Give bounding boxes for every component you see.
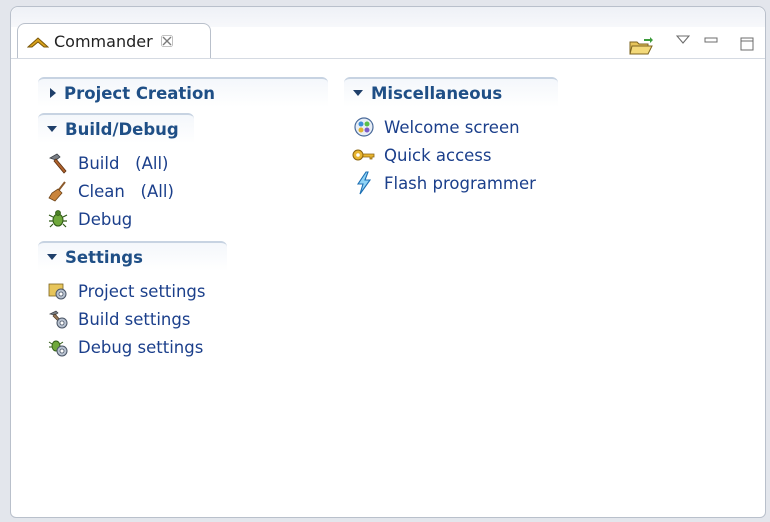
item-label: Build settings [78, 309, 191, 329]
view-toolbar [627, 33, 755, 57]
item-label: Debug [78, 209, 133, 229]
lightning-icon [352, 171, 376, 195]
item-label: Welcome screen [384, 117, 520, 137]
list-item-quick-access[interactable]: Quick access [352, 141, 559, 169]
list-item-debug-settings[interactable]: Debug settings [46, 333, 328, 361]
section-header-settings[interactable]: Settings [38, 241, 227, 271]
section-title: Settings [65, 247, 143, 267]
list-item-build-settings[interactable]: Build settings [46, 305, 328, 333]
build-debug-items: Build (All) Clean (All) Debug [38, 143, 328, 239]
list-item-debug[interactable]: Debug [46, 205, 328, 233]
item-label: Project settings [78, 281, 206, 301]
section-project-creation: Project Creation [38, 77, 328, 107]
list-item-project-settings[interactable]: Project settings [46, 277, 328, 305]
expanded-triangle-icon [353, 90, 363, 96]
section-title: Miscellaneous [371, 83, 503, 103]
tab-close-icon[interactable] [160, 33, 173, 51]
tab-commander[interactable]: Commander [17, 23, 211, 59]
list-item-welcome-screen[interactable]: Welcome screen [352, 113, 559, 141]
view-menu-icon[interactable] [675, 33, 691, 47]
right-column: Miscellaneous Welcome screen Quick acces… [344, 77, 559, 205]
open-folder-icon[interactable] [627, 35, 655, 57]
item-label: Quick access [384, 145, 492, 165]
settings-items: Project settings Build settings Debug se… [38, 271, 328, 367]
key-icon [352, 144, 376, 166]
list-item-build[interactable]: Build (All) [46, 149, 328, 177]
section-header-build-debug[interactable]: Build/Debug [38, 113, 194, 143]
section-title: Project Creation [64, 83, 216, 103]
broom-icon [46, 180, 70, 202]
expanded-triangle-icon [47, 126, 57, 132]
welcome-screen-icon [352, 116, 376, 138]
item-label: Flash programmer [384, 173, 536, 193]
section-header-miscellaneous[interactable]: Miscellaneous [344, 77, 558, 107]
minimize-icon[interactable] [703, 33, 719, 47]
list-item-flash-programmer[interactable]: Flash programmer [352, 169, 559, 197]
tab-label: Commander [54, 32, 153, 51]
commander-view: Commander Project Creation Build/Debug B… [10, 6, 766, 518]
section-settings: Settings Project settings Build settings… [38, 241, 328, 367]
debug-settings-icon [46, 336, 70, 358]
bug-icon [46, 208, 70, 230]
expanded-triangle-icon [47, 254, 57, 260]
section-miscellaneous: Miscellaneous Welcome screen Quick acces… [344, 77, 559, 203]
miscellaneous-items: Welcome screen Quick access Flash progra… [344, 107, 559, 203]
commander-content: Project Creation Build/Debug Build (All)… [11, 58, 765, 517]
section-header-project-creation[interactable]: Project Creation [38, 77, 328, 107]
section-title: Build/Debug [65, 119, 179, 139]
list-item-clean[interactable]: Clean (All) [46, 177, 328, 205]
build-settings-icon [46, 308, 70, 330]
item-label: Clean (All) [78, 181, 174, 201]
maximize-icon[interactable] [739, 36, 755, 52]
collapsed-triangle-icon [50, 88, 56, 98]
commander-chevron-icon [27, 34, 49, 50]
project-settings-icon [46, 280, 70, 302]
section-build-debug: Build/Debug Build (All) Clean (All) Debu… [38, 113, 328, 239]
item-label: Build (All) [78, 153, 169, 173]
hammer-icon [46, 152, 70, 174]
item-label: Debug settings [78, 337, 204, 357]
left-column: Project Creation Build/Debug Build (All)… [38, 77, 328, 369]
